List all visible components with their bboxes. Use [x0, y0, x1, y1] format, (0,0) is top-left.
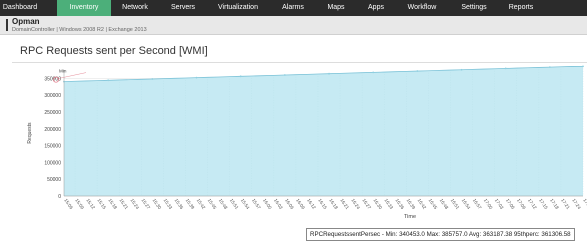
y-tick-label: 300000 [44, 93, 61, 99]
x-tick-label: 15:51 [229, 198, 240, 211]
x-tick-label: 15:06 [63, 198, 74, 211]
x-tick-label: 16:00 [262, 198, 273, 211]
title-divider [12, 62, 587, 63]
nav-tab-maps[interactable]: Maps [318, 0, 354, 16]
data-point [582, 65, 584, 68]
x-tick-label: 15:30 [152, 198, 163, 211]
x-tick-label: 16:09 [295, 198, 306, 211]
y-tick-label: 0 [58, 194, 61, 200]
x-axis-title: Time [404, 214, 416, 220]
x-tick-label: 16:54 [461, 198, 472, 211]
x-tick-label: 16:45 [428, 198, 439, 211]
y-tick-label: 150000 [44, 144, 61, 150]
nav-tab-inventory[interactable]: Inventory [57, 0, 111, 16]
min-label: Min [59, 69, 67, 74]
y-axis-title: Requests [27, 122, 33, 144]
y-tick-label: 50000 [47, 177, 61, 183]
x-tick-label: 17:24 [571, 198, 582, 211]
device-meta: DomainController | Windows 2008 R2 | Exc… [12, 27, 147, 33]
nav-tab-network[interactable]: Network [113, 0, 157, 16]
x-tick-label: 16:48 [439, 198, 450, 211]
x-tick-label: 16:06 [284, 198, 295, 211]
x-tick-label: 16:12 [306, 198, 317, 211]
x-tick-label: 15:39 [185, 198, 196, 211]
x-tick-label: 15:24 [129, 198, 140, 211]
nav-tab-workflow[interactable]: Workflow [397, 0, 447, 16]
y-tick-label: 200000 [44, 127, 61, 133]
x-tick-label: 16:39 [406, 198, 417, 211]
data-point [283, 74, 286, 76]
x-tick-label: 17:03 [494, 198, 505, 211]
x-tick-label: 16:18 [328, 198, 339, 211]
x-tick-label: 15:21 [118, 198, 129, 211]
data-point [151, 78, 154, 80]
x-tick-label: 16:51 [450, 198, 461, 211]
nav-tab-virtualization[interactable]: Virtualization [208, 0, 268, 16]
nav-tab-settings[interactable]: Settings [452, 0, 496, 16]
x-tick-label: 16:15 [317, 198, 328, 211]
data-point [195, 76, 198, 79]
x-tick-label: 16:42 [417, 198, 428, 211]
rpc-area-chart: 0500001000001500002000002500003000003500… [27, 65, 587, 220]
area-fill [64, 66, 583, 196]
x-tick-label: 16:36 [394, 198, 405, 211]
x-tick-label: 15:15 [96, 198, 107, 211]
device-accent-bar [6, 19, 8, 31]
data-point [548, 66, 551, 68]
x-tick-label: 16:57 [472, 198, 483, 211]
nav-tab-dashboard[interactable]: Dashboard [0, 0, 40, 16]
top-navigation: Dashboard Inventory Network Servers Virtuali… [0, 0, 587, 16]
x-tick-label: 17:18 [549, 198, 560, 211]
x-tick-label: 17:27 [582, 198, 587, 211]
x-tick-label: 17:12 [527, 198, 538, 211]
y-tick-label: 100000 [44, 160, 61, 166]
x-tick-label: 16:30 [372, 198, 383, 211]
x-tick-label: 15:54 [240, 198, 251, 211]
data-point [107, 79, 110, 82]
x-tick-label: 15:09 [74, 198, 85, 211]
x-tick-label: 15:18 [107, 198, 118, 211]
x-tick-label: 15:36 [174, 198, 185, 211]
chart-legend[interactable]: RPCRequestssentPersec - Min: 340453.0 Ma… [306, 228, 575, 241]
device-name[interactable]: Opman [12, 17, 40, 26]
x-tick-label: 15:45 [207, 198, 218, 211]
y-tick-label: 250000 [44, 110, 61, 116]
x-tick-label: 16:27 [361, 198, 372, 211]
data-point [416, 70, 419, 72]
x-tick-label: 16:03 [273, 198, 284, 211]
nav-tab-alarms[interactable]: Alarms [271, 0, 315, 16]
x-tick-label: 16:21 [339, 198, 350, 211]
data-point [372, 71, 375, 74]
nav-tab-reports[interactable]: Reports [499, 0, 543, 16]
x-tick-label: 15:57 [251, 198, 262, 211]
x-tick-label: 17:06 [505, 198, 516, 211]
nav-tab-servers[interactable]: Servers [161, 0, 205, 16]
panel-title: RPC Requests sent per Second [WMI] [20, 45, 208, 57]
x-tick-label: 17:15 [538, 198, 549, 211]
x-tick-label: 15:12 [85, 198, 96, 211]
data-point [328, 72, 330, 75]
x-tick-label: 16:33 [383, 198, 394, 211]
x-tick-label: 15:33 [163, 198, 174, 211]
x-tick-label: 16:24 [350, 198, 361, 211]
x-tick-label: 17:00 [483, 198, 494, 211]
nav-tab-apps[interactable]: Apps [358, 0, 394, 16]
x-tick-label: 15:42 [196, 198, 207, 211]
x-tick-label: 15:48 [218, 198, 229, 211]
data-point [239, 75, 242, 78]
x-tick-label: 15:27 [140, 198, 151, 211]
data-point [504, 67, 507, 70]
x-tick-label: 17:21 [560, 198, 571, 211]
x-tick-label: 17:09 [516, 198, 527, 211]
data-point [460, 68, 463, 71]
